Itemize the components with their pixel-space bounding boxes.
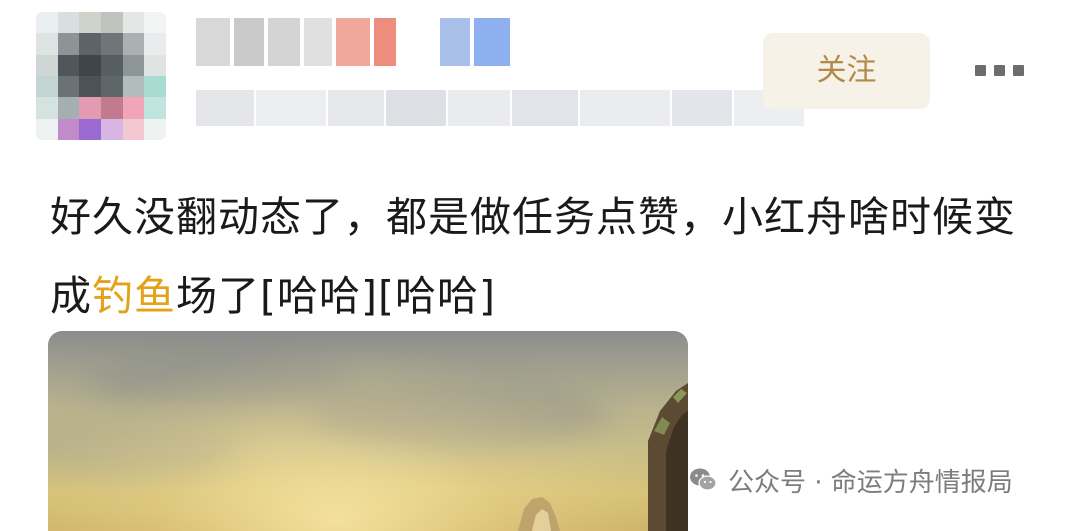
landscape-illustration <box>518 383 688 531</box>
post-text-after: 场了[哈哈][哈哈] <box>176 272 496 320</box>
watermark-text: 公众号 · 命运方舟情报局 <box>728 467 1013 498</box>
watermark: 公众号 · 命运方舟情报局 <box>688 458 1013 502</box>
follow-button[interactable]: 关注 <box>763 33 930 109</box>
highlight-keyword-link[interactable]: 钓鱼 <box>92 272 176 320</box>
more-options-icon[interactable] <box>975 58 1031 82</box>
username-blurred[interactable] <box>196 18 510 68</box>
avatar[interactable] <box>36 12 166 140</box>
post-meta-blurred <box>196 90 804 128</box>
post-text: 好久没翻动态了，都是做任务点赞，小红舟啥时候变成钓鱼场了[哈哈][哈哈] <box>50 178 1040 336</box>
post-image[interactable] <box>48 331 688 531</box>
wechat-icon <box>690 468 717 491</box>
